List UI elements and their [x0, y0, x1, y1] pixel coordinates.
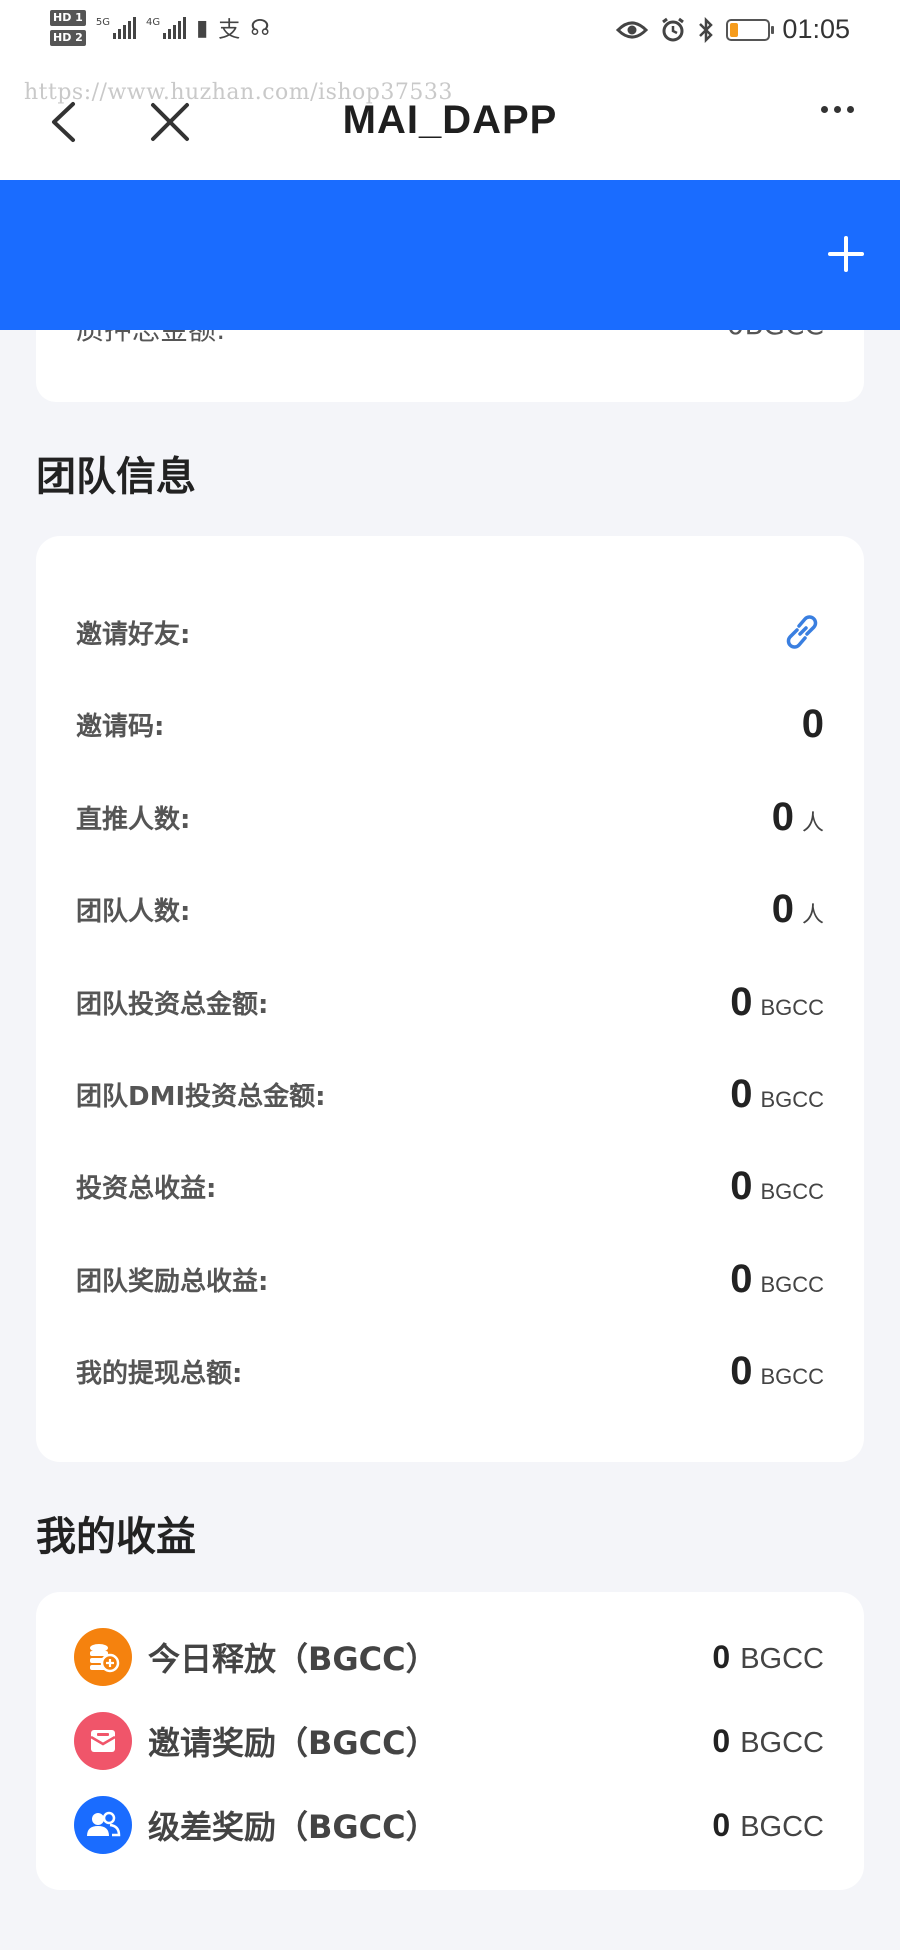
status-left: HD 1 HD 2 5G 4G ▮ 支 ☊	[50, 10, 270, 46]
signal-5g-icon: 5G	[96, 17, 136, 39]
title-bar: https://www.huzhan.com/ishop37533 MAI_DA…	[0, 70, 900, 180]
team-info-card: 邀请好友: 邀请码: 0 直推人数: 0 人 团队人数: 0 人 团队投资总金额…	[36, 536, 864, 1462]
team-reward-income-value: 0 BGCC	[730, 1257, 824, 1302]
level-reward-unit: BGCC	[740, 1810, 824, 1843]
direct-referrals-number: 0	[771, 794, 794, 839]
invite-reward-number: 0	[712, 1722, 731, 1759]
team-dmi-investment-label: 团队DMI投资总金额:	[76, 1081, 326, 1112]
status-right: 01:05	[616, 14, 850, 45]
hd1-badge: HD 1	[50, 10, 86, 26]
withdrawal-total-unit: BGCC	[760, 1363, 824, 1389]
team-dmi-investment-number: 0	[730, 1071, 753, 1116]
signal-4g-icon: 4G	[145, 17, 187, 39]
team-dmi-investment-unit: BGCC	[760, 1086, 824, 1112]
team-members-row: 团队人数: 0 人	[76, 879, 824, 939]
team-members-unit: 人	[801, 901, 824, 927]
team-investment-row: 团队投资总金额: 0 BGCC	[76, 972, 824, 1032]
shield-icon: ☊	[250, 15, 270, 41]
level-reward-number: 0	[712, 1806, 731, 1843]
invite-reward-unit: BGCC	[740, 1726, 824, 1759]
daily-release-number: 0	[712, 1638, 731, 1675]
team-dmi-investment-row: 团队DMI投资总金额: 0 BGCC	[76, 1064, 824, 1124]
team-reward-income-unit: BGCC	[760, 1271, 824, 1297]
investment-income-row: 投资总收益: 0 BGCC	[76, 1156, 824, 1216]
withdrawal-total-row: 我的提现总额: 0 BGCC	[76, 1341, 824, 1401]
link-icon[interactable]	[780, 610, 824, 654]
sim-indicators: HD 1 HD 2	[50, 10, 86, 46]
invite-code-number: 0	[801, 701, 824, 746]
team-investment-value: 0 BGCC	[730, 980, 824, 1025]
level-reward-value: 0 BGCC	[712, 1807, 824, 1844]
team-members-number: 0	[771, 886, 794, 931]
team-reward-income-row: 团队奖励总收益: 0 BGCC	[76, 1249, 824, 1309]
investment-income-label: 投资总收益:	[76, 1173, 217, 1204]
battery-icon	[726, 18, 775, 41]
bluetooth-icon	[699, 16, 714, 43]
withdrawal-total-label: 我的提现总额:	[76, 1358, 243, 1389]
alipay-icon: 支	[218, 18, 241, 43]
direct-referrals-row: 直推人数: 0 人	[76, 787, 824, 847]
plus-icon[interactable]	[818, 226, 874, 282]
invite-reward-row[interactable]: 邀请奖励（BGCC） 0 BGCC	[74, 1706, 824, 1776]
more-button[interactable]	[821, 106, 854, 113]
invite-reward-label: 邀请奖励（BGCC）	[148, 1724, 438, 1762]
invite-code-value: 0	[802, 702, 824, 747]
network-5g-label: 5G	[95, 17, 110, 28]
withdrawal-total-value: 0 BGCC	[730, 1349, 824, 1394]
users-icon	[74, 1796, 132, 1854]
invite-reward-value: 0 BGCC	[712, 1723, 824, 1760]
invite-code-label: 邀请码:	[76, 711, 165, 742]
battery-level	[730, 22, 738, 37]
daily-release-label: 今日释放（BGCC）	[148, 1640, 438, 1678]
coins-icon	[74, 1628, 132, 1686]
envelope-icon	[74, 1712, 132, 1770]
investment-income-number: 0	[730, 1163, 753, 1208]
more-icon	[821, 106, 828, 113]
earnings-section-title: 我的收益	[36, 1514, 196, 1560]
level-reward-row[interactable]: 级差奖励（BGCC） 0 BGCC	[74, 1790, 824, 1860]
team-investment-label: 团队投资总金额:	[76, 989, 269, 1020]
team-reward-income-label: 团队奖励总收益:	[76, 1266, 269, 1297]
daily-release-unit: BGCC	[740, 1642, 824, 1675]
invite-friends-label: 邀请好友:	[76, 619, 191, 650]
status-time: 01:05	[782, 14, 850, 44]
direct-referrals-label: 直推人数:	[76, 804, 191, 835]
withdrawal-total-number: 0	[730, 1348, 753, 1393]
earnings-card: 今日释放（BGCC） 0 BGCC 邀请奖励（BGCC） 0 BGCC 级差奖励…	[36, 1592, 864, 1890]
direct-referrals-value: 0 人	[772, 795, 824, 840]
level-reward-label: 级差奖励（BGCC）	[148, 1808, 438, 1846]
investment-income-unit: BGCC	[760, 1178, 824, 1204]
team-members-label: 团队人数:	[76, 896, 191, 927]
alarm-icon	[662, 17, 685, 41]
team-investment-number: 0	[730, 979, 753, 1024]
eye-icon	[616, 21, 649, 38]
team-investment-unit: BGCC	[760, 994, 824, 1020]
top-banner	[0, 180, 900, 330]
status-bar: HD 1 HD 2 5G 4G ▮ 支 ☊ 01:05	[0, 0, 900, 70]
team-section-title: 团队信息	[36, 454, 196, 500]
hd2-badge: HD 2	[50, 30, 86, 46]
team-reward-income-number: 0	[730, 1256, 753, 1301]
team-members-value: 0 人	[772, 887, 824, 932]
network-4g-label: 4G	[145, 17, 161, 28]
invite-friends-row: 邀请好友:	[76, 602, 824, 662]
battery-saver-icon: ▮	[196, 15, 209, 41]
direct-referrals-unit: 人	[801, 809, 824, 835]
page-title: MAI_DAPP	[342, 98, 558, 142]
invite-code-row: 邀请码: 0	[76, 694, 824, 754]
investment-income-value: 0 BGCC	[730, 1164, 824, 1209]
daily-release-row[interactable]: 今日释放（BGCC） 0 BGCC	[74, 1622, 824, 1692]
daily-release-value: 0 BGCC	[712, 1639, 824, 1676]
team-dmi-investment-value: 0 BGCC	[730, 1072, 824, 1117]
